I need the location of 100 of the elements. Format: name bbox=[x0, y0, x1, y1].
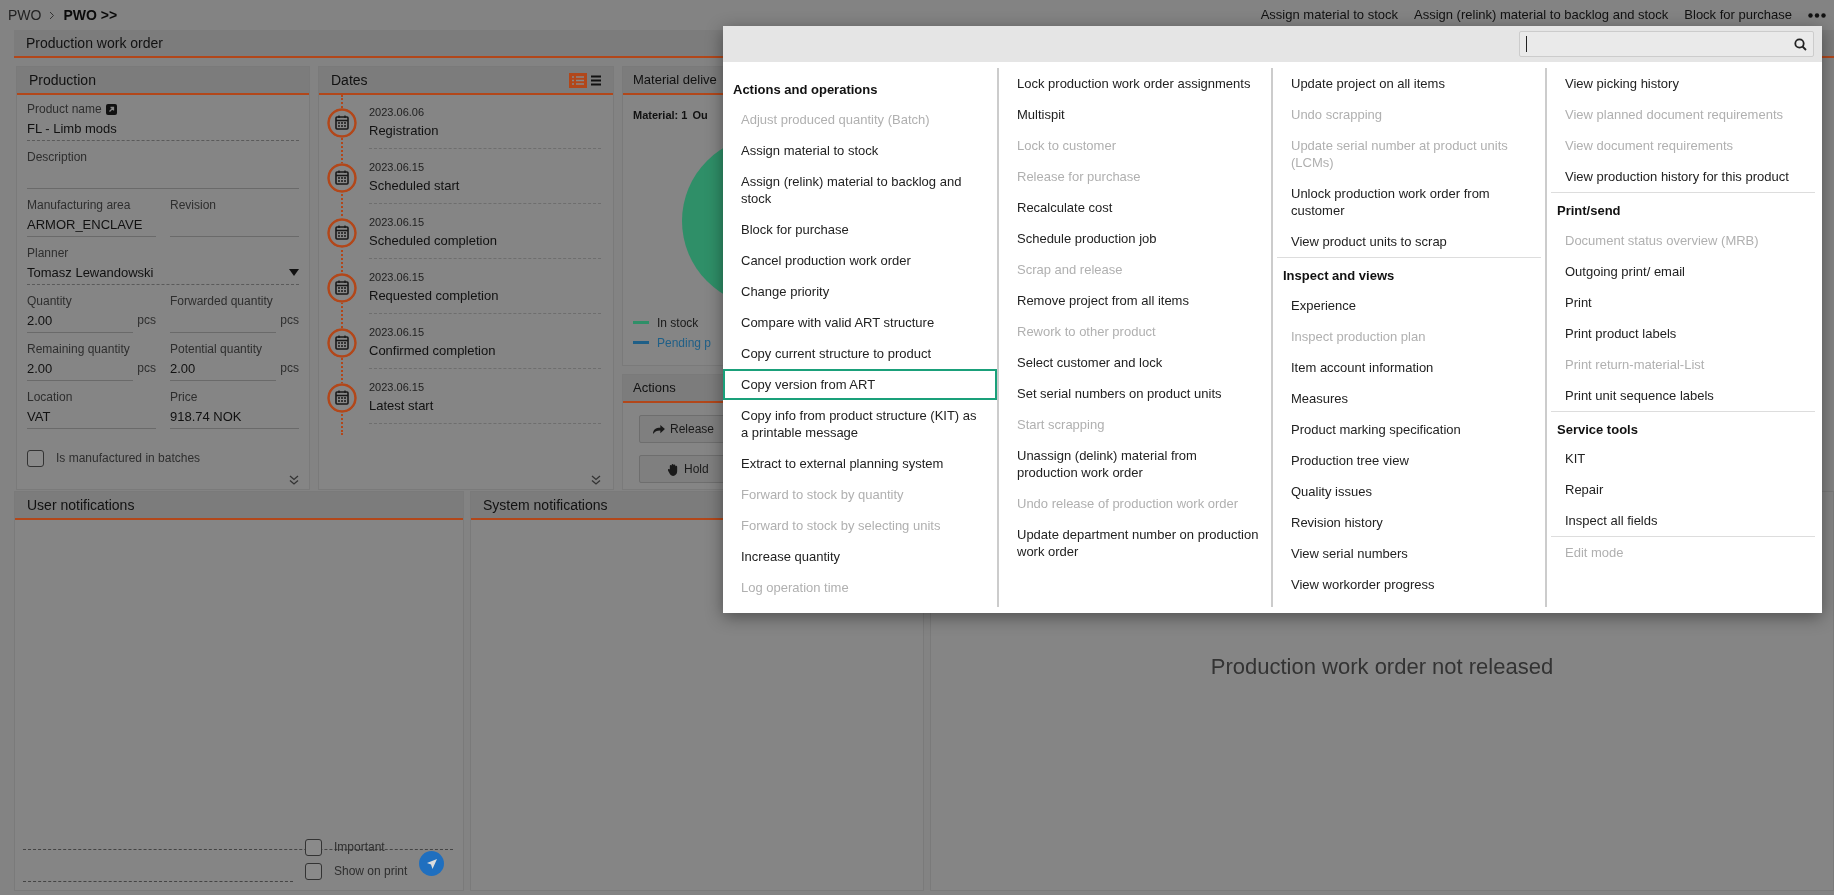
field-input[interactable]: 2.00 bbox=[170, 357, 277, 381]
date-value: 2023.06.15 bbox=[369, 215, 426, 230]
field-input[interactable]: 2.00 bbox=[27, 357, 134, 381]
material-summary: Material: 1 bbox=[633, 108, 688, 123]
menu-item[interactable]: Assign (relink) material to backlog and stock bbox=[723, 165, 997, 214]
menu-item[interactable]: Print bbox=[1547, 286, 1819, 318]
unit-label: pcs bbox=[137, 312, 156, 329]
date-label: Latest start bbox=[369, 396, 435, 415]
field-value: FL - Limb mods bbox=[27, 119, 117, 138]
date-value: 2023.06.15 bbox=[369, 160, 426, 175]
menu-item[interactable]: Inspect all fields bbox=[1547, 505, 1819, 536]
unit-label: pcs bbox=[137, 360, 156, 377]
field-label: Product name bbox=[27, 101, 102, 117]
field-label: Quantity bbox=[27, 293, 72, 309]
material-summary: Ou bbox=[692, 108, 708, 123]
breadcrumb-link[interactable]: PWO >> bbox=[63, 4, 118, 26]
menu-item[interactable]: Copy version from ART bbox=[723, 368, 997, 400]
panel-title: User notifications bbox=[27, 495, 135, 515]
toolbar-action[interactable]: Assign (relink) material to backlog and stock bbox=[1414, 5, 1669, 25]
unit-label: pcs bbox=[280, 312, 299, 329]
menu-item[interactable]: Unassign (delink) material from production work order bbox=[999, 440, 1271, 488]
field-input[interactable]: 2.00 bbox=[27, 309, 134, 333]
field-label: Potential quantity bbox=[170, 341, 263, 357]
menu-item[interactable]: Measures bbox=[1273, 382, 1545, 414]
hand-icon bbox=[668, 462, 679, 476]
menu-item[interactable]: Unlock production work order from customer bbox=[1273, 178, 1545, 226]
panel-title: Material delive bbox=[633, 71, 717, 90]
expand-icon[interactable] bbox=[289, 475, 299, 485]
expand-icon[interactable] bbox=[591, 475, 601, 485]
search-field[interactable] bbox=[1519, 31, 1814, 57]
menu-item[interactable]: Quality issues bbox=[1273, 475, 1545, 507]
checkbox[interactable] bbox=[305, 838, 322, 856]
menu-item[interactable]: Print product labels bbox=[1547, 317, 1819, 349]
menu-item[interactable]: Schedule production job bbox=[999, 223, 1271, 254]
menu-item[interactable]: KIT bbox=[1547, 443, 1819, 474]
panel-title: Production bbox=[29, 70, 96, 90]
chevron-right-icon bbox=[49, 10, 56, 20]
menu-item[interactable]: Change priority bbox=[723, 275, 997, 307]
menu-item[interactable]: Recalculate cost bbox=[999, 192, 1271, 223]
dropdown-caret-icon bbox=[289, 269, 299, 276]
menu-item[interactable]: View production history for this product bbox=[1547, 161, 1819, 192]
field-value: VAT bbox=[27, 407, 51, 426]
menu-item[interactable]: Revision history bbox=[1273, 506, 1545, 538]
menu-item[interactable]: Print unit sequence labels bbox=[1547, 379, 1819, 411]
menu-item[interactable]: Production tree view bbox=[1273, 444, 1545, 476]
menu-item[interactable]: Set serial numbers on product units bbox=[999, 378, 1271, 409]
field-input[interactable]: VAT bbox=[27, 405, 156, 429]
menu-item[interactable]: Item account information bbox=[1273, 351, 1545, 383]
toolbar-action[interactable]: Assign material to stock bbox=[1260, 5, 1398, 25]
checkbox[interactable] bbox=[27, 449, 44, 467]
menu-item[interactable]: Increase quantity bbox=[723, 540, 997, 572]
field-input[interactable]: ARMOR_ENCLAVE bbox=[27, 213, 156, 237]
field-input[interactable]: 918.74 NOK bbox=[170, 405, 299, 429]
external-link-icon[interactable] bbox=[105, 103, 117, 115]
toolbar-action[interactable]: Block for purchase bbox=[1684, 5, 1792, 25]
legend-label: Pending p bbox=[657, 334, 712, 352]
panel-title: System notifications bbox=[483, 495, 608, 515]
menu-item[interactable]: View workorder progress bbox=[1273, 568, 1545, 600]
menu-item[interactable]: Compare with valid ART structure bbox=[723, 306, 997, 338]
menu-item[interactable]: Cancel production work order bbox=[723, 244, 997, 276]
menu-item[interactable]: Multispit bbox=[999, 99, 1271, 130]
menu-item[interactable]: Block for purchase bbox=[723, 213, 997, 245]
field-label: Price bbox=[170, 389, 198, 405]
menu-icon[interactable] bbox=[591, 74, 601, 86]
date-value: 2023.06.15 bbox=[369, 325, 426, 340]
menu-item[interactable]: Update department number on production work order bbox=[999, 519, 1271, 567]
menu-section-heading: Service tools bbox=[1556, 420, 1639, 439]
send-button[interactable] bbox=[419, 851, 445, 876]
planner-select[interactable]: Tomasz Lewandowski bbox=[27, 261, 299, 285]
date-label: Registration bbox=[369, 121, 440, 140]
more-icon[interactable] bbox=[1808, 12, 1826, 18]
paper-plane-icon bbox=[425, 857, 438, 870]
menu-item[interactable]: Assign material to stock bbox=[723, 134, 997, 166]
menu-item[interactable]: Select customer and lock bbox=[999, 347, 1271, 378]
menu-section-heading: Inspect and views bbox=[1282, 267, 1396, 285]
menu-item[interactable]: Update project on all items bbox=[1273, 68, 1545, 99]
menu-item[interactable]: Copy current structure to product bbox=[723, 337, 997, 369]
forward-arrow-icon bbox=[652, 423, 665, 435]
field-value: Tomasz Lewandowski bbox=[27, 263, 154, 282]
menu-item[interactable]: Remove project from all items bbox=[999, 285, 1271, 316]
unit-label: pcs bbox=[280, 360, 299, 377]
field-label: Revision bbox=[170, 197, 217, 213]
field-value: ARMOR_ENCLAVE bbox=[27, 215, 143, 234]
menu-item[interactable]: Outgoing print/ email bbox=[1547, 255, 1819, 287]
menu-section-heading: Print/send bbox=[1556, 202, 1622, 220]
menu-item[interactable]: View serial numbers bbox=[1273, 537, 1545, 569]
breadcrumb-link[interactable]: PWO bbox=[8, 4, 42, 26]
menu-item[interactable]: View product units to scrap bbox=[1273, 226, 1545, 257]
search-icon bbox=[1794, 37, 1807, 51]
menu-item[interactable]: Product marking specification bbox=[1273, 413, 1545, 445]
menu-item[interactable]: Repair bbox=[1547, 474, 1819, 505]
checkbox[interactable] bbox=[305, 862, 322, 880]
panel-title: Dates bbox=[331, 70, 368, 90]
date-label: Confirmed completion bbox=[369, 341, 497, 360]
field-input[interactable]: FL - Limb mods bbox=[27, 117, 299, 141]
field-label: Description bbox=[27, 149, 88, 165]
menu-item[interactable]: View picking history bbox=[1547, 68, 1819, 99]
field-value: 918.74 NOK bbox=[170, 407, 242, 426]
menu-item[interactable]: Experience bbox=[1273, 289, 1545, 321]
menu-item[interactable]: Lock production work order assignments bbox=[999, 68, 1271, 99]
